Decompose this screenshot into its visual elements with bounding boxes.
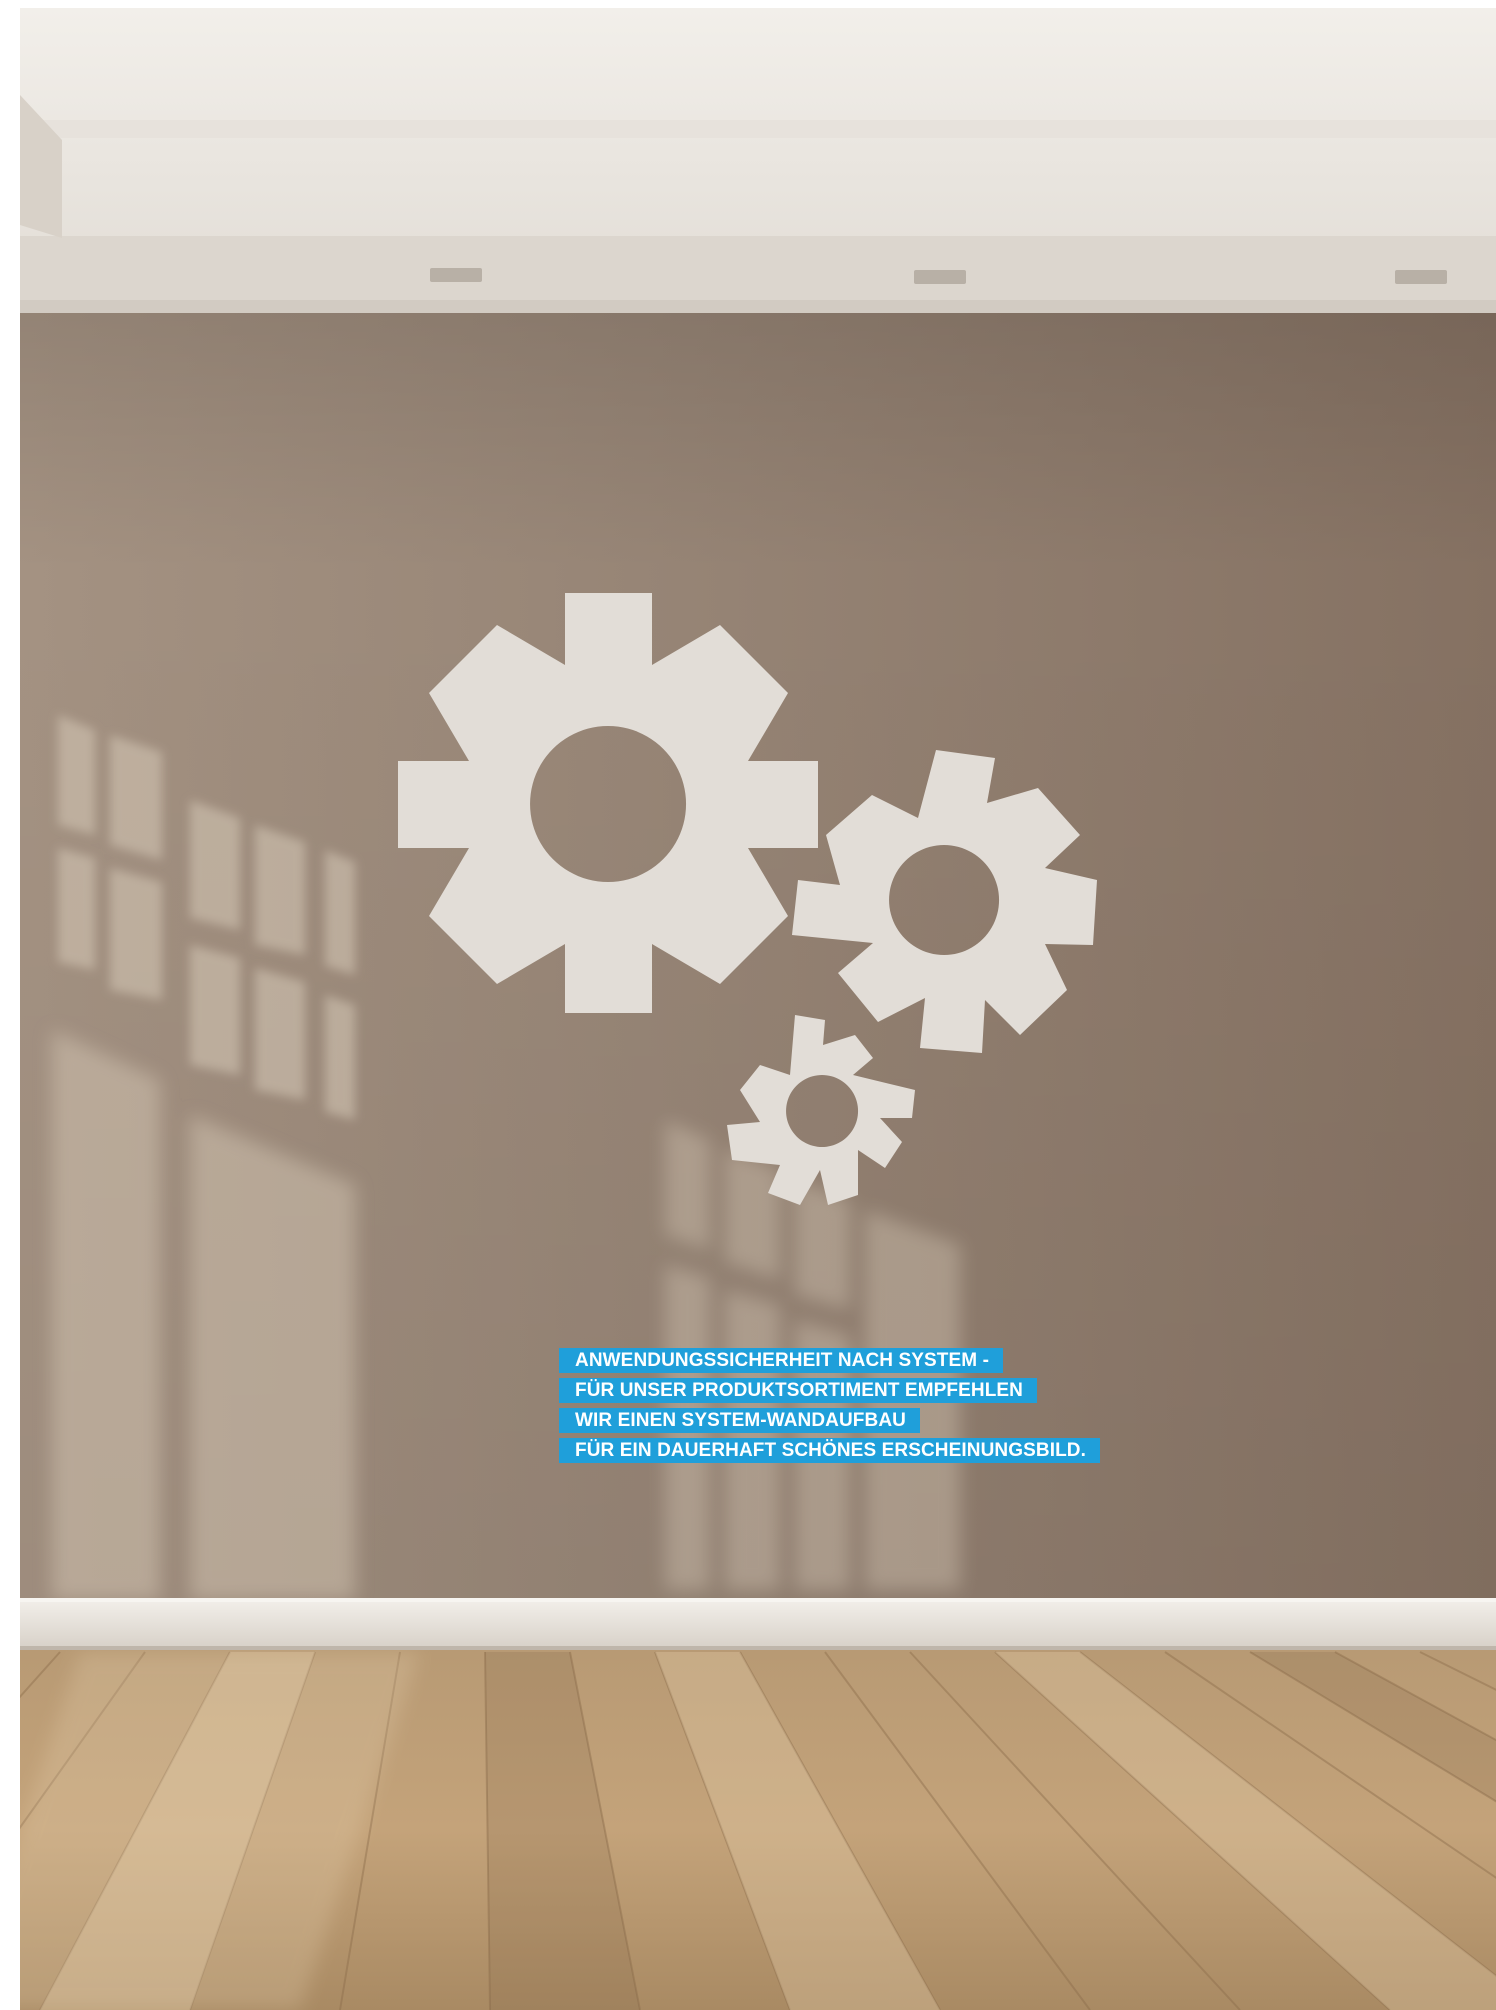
ceiling [20, 8, 1496, 314]
room-scene [0, 0, 1496, 2010]
ceiling-light [430, 268, 482, 282]
ceiling-light [1395, 270, 1447, 284]
ceiling-light [914, 270, 966, 284]
headline-line-1: ANWENDUNGSSICHERHEIT NACH SYSTEM - [559, 1348, 1004, 1373]
headline-line-3: WIR EINEN SYSTEM-WANDAUFBAU [559, 1408, 920, 1433]
headline-text-block: ANWENDUNGSSICHERHEIT NACH SYSTEM - FÜR U… [559, 1348, 1259, 1468]
baseboard [20, 1598, 1496, 1652]
headline-line-2: FÜR UNSER PRODUKTSORTIMENT EMPFEHLEN [559, 1378, 1037, 1403]
wooden-floor [20, 1650, 1496, 2010]
headline-line-4: FÜR EIN DAUERHAFT SCHÖNES ERSCHEINUNGSBI… [559, 1438, 1100, 1463]
